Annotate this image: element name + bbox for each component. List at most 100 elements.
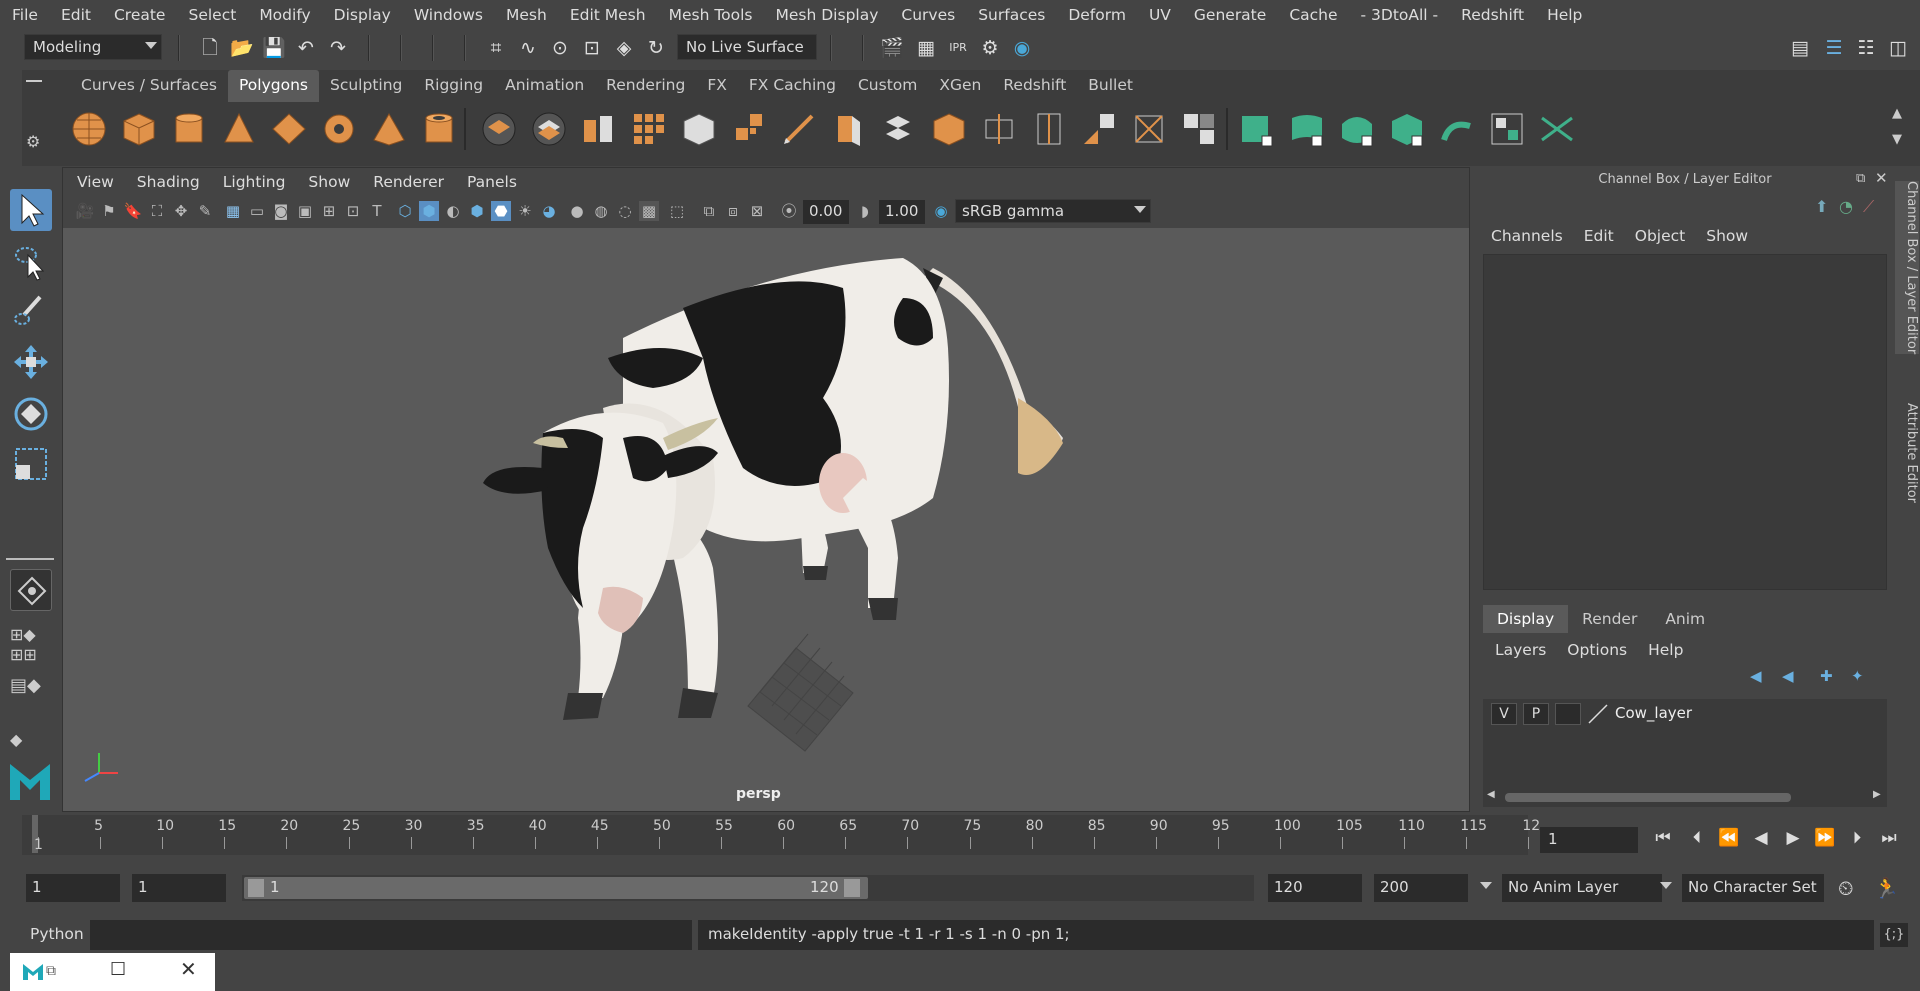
rotate-tool[interactable] [10, 393, 52, 435]
gamma-field[interactable]: 1.00 [879, 200, 925, 224]
go-to-end-icon[interactable]: ⏭ [1876, 828, 1902, 852]
lasso-tool[interactable] [10, 241, 52, 283]
menu-uv[interactable]: UV [1149, 6, 1171, 24]
field-chart-icon[interactable]: ⊞ [319, 201, 339, 221]
cb-menu-channels[interactable]: Channels [1491, 227, 1563, 245]
playback-start-field[interactable]: 1 [132, 874, 226, 902]
gate-mask-icon[interactable]: ▣ [295, 201, 315, 221]
shelf-tab-fx[interactable]: FX [696, 70, 738, 102]
uv-automatic-icon[interactable] [1388, 110, 1426, 148]
close-icon[interactable]: ✕ [1875, 169, 1888, 187]
menu-edit-mesh[interactable]: Edit Mesh [570, 6, 646, 24]
snap-live-icon[interactable]: ↻ [644, 36, 668, 60]
current-frame-field[interactable]: 1 [1540, 827, 1638, 853]
snap-point-icon[interactable]: ⊙ [548, 36, 572, 60]
layer-tab-display[interactable]: Display [1483, 605, 1569, 633]
new-layer-selected-icon[interactable]: ✦ [1851, 667, 1864, 685]
safe-title-icon[interactable]: T [367, 201, 387, 221]
bookmark-icon[interactable]: 🔖 [123, 201, 143, 221]
image-plane-icon[interactable]: ⛶ [147, 201, 167, 221]
camera-attrs-icon[interactable]: ⚑ [99, 201, 119, 221]
hypershade-icon[interactable]: ◉ [1010, 36, 1034, 60]
xray-active-icon[interactable]: ⧈ [723, 201, 743, 221]
uv-cylindrical-icon[interactable] [1288, 110, 1326, 148]
vp-menu-show[interactable]: Show [308, 173, 350, 191]
range-end-grip[interactable] [844, 879, 860, 897]
graph-layout-icon[interactable]: ◆ [10, 730, 54, 750]
restore-icon[interactable]: ⧉ [46, 963, 56, 979]
shelf-tab-polygons[interactable]: Polygons [228, 70, 319, 102]
shelf-tab-redshift[interactable]: Redshift [992, 70, 1077, 102]
redo-icon[interactable]: ↷ [326, 36, 350, 60]
cb-menu-edit[interactable]: Edit [1584, 227, 1614, 245]
new-scene-icon[interactable]: 🗋 [198, 36, 222, 60]
step-forward-frame-icon[interactable]: ⏵ [1844, 828, 1870, 852]
render-frame-icon[interactable]: ▦ [914, 36, 938, 60]
smooth-shade-icon[interactable]: ⬢ [419, 201, 439, 221]
attribute-editor-icon[interactable]: ☷ [1854, 36, 1878, 60]
snap-curve-icon[interactable]: ∿ [516, 36, 540, 60]
animation-end-field[interactable]: 200 [1374, 874, 1468, 902]
menu-3dtoall[interactable]: - 3DtoAll - [1361, 6, 1439, 24]
step-forward-key-icon[interactable]: ⏩ [1812, 828, 1838, 852]
shelf-tab-rendering[interactable]: Rendering [595, 70, 696, 102]
manipulator-icon[interactable]: ⬆ [1815, 197, 1828, 216]
move-tool[interactable] [10, 341, 52, 383]
shelf-tab-sculpting[interactable]: Sculpting [319, 70, 413, 102]
open-scene-icon[interactable]: 📂 [230, 36, 254, 60]
grease-pencil-icon[interactable]: ✎ [195, 201, 215, 221]
menu-mesh-tools[interactable]: Mesh Tools [669, 6, 753, 24]
layer-display-type-toggle[interactable] [1555, 703, 1581, 725]
layer-menu-options[interactable]: Options [1567, 641, 1627, 659]
motion-blur-icon[interactable]: ● [567, 201, 587, 221]
shadows-icon[interactable]: ☀ [515, 201, 535, 221]
layer-visibility-toggle[interactable]: V [1491, 703, 1517, 725]
menu-redshift[interactable]: Redshift [1461, 6, 1524, 24]
shelf-tab-custom[interactable]: Custom [847, 70, 928, 102]
smooth-icon[interactable] [630, 110, 668, 148]
channel-list[interactable] [1483, 254, 1887, 590]
wireframe-on-shaded-icon[interactable]: ◐ [443, 201, 463, 221]
uv-editor-icon[interactable] [1488, 110, 1526, 148]
menu-file[interactable]: File [12, 6, 38, 24]
uv-spherical-icon[interactable] [1338, 110, 1376, 148]
menu-surfaces[interactable]: Surfaces [978, 6, 1045, 24]
merge-icon[interactable] [1180, 110, 1218, 148]
2d-pan-icon[interactable]: ✥ [171, 201, 191, 221]
color-management-icon[interactable]: ◉ [931, 201, 951, 221]
poly-sphere-icon[interactable] [70, 110, 108, 148]
anti-aliasing-icon[interactable]: ◍ [591, 201, 611, 221]
snap-grid-icon[interactable]: ⌗ [484, 36, 508, 60]
textured-icon[interactable]: ⬢ [467, 201, 487, 221]
use-all-lights-icon[interactable]: ⬣ [491, 201, 511, 221]
layer-menu-layers[interactable]: Layers [1495, 641, 1546, 659]
paint-select-tool[interactable] [10, 291, 52, 333]
fill-hole-icon[interactable] [980, 110, 1018, 148]
menu-modify[interactable]: Modify [259, 6, 310, 24]
four-view-layout-icon[interactable]: ⊞◆ ⊞⊞ [10, 625, 54, 665]
hyper-icon[interactable]: ⟋ [1863, 197, 1874, 217]
menu-mesh[interactable]: Mesh [506, 6, 547, 24]
poly-cylinder-icon[interactable] [170, 110, 208, 148]
float-panel-icon[interactable]: ⧉ [1856, 171, 1865, 186]
range-slider-handle[interactable]: 1 120 [244, 877, 868, 899]
layer-tab-anim[interactable]: Anim [1651, 605, 1720, 633]
cb-menu-show[interactable]: Show [1706, 227, 1748, 245]
shelf-tab-rigging[interactable]: Rigging [413, 70, 494, 102]
range-start-grip[interactable] [248, 879, 264, 897]
mode-selector[interactable]: Modeling [24, 34, 162, 60]
extrude-icon[interactable] [830, 110, 868, 148]
shelf-scroll-up-icon[interactable]: ▲ [1892, 106, 1902, 121]
append-icon[interactable] [930, 110, 968, 148]
color-space-selector[interactable]: sRGB gamma [955, 199, 1151, 223]
scale-tool[interactable] [10, 443, 52, 485]
mirror-icon[interactable] [680, 110, 718, 148]
multi-cut-icon[interactable] [780, 110, 818, 148]
outliner-layout-icon[interactable]: ▤◆ [10, 675, 54, 715]
chevron-down-icon[interactable] [1660, 882, 1672, 889]
safe-action-icon[interactable]: ⊡ [343, 201, 363, 221]
menu-edit[interactable]: Edit [61, 6, 91, 24]
character-set-field[interactable]: No Character Set [1682, 874, 1824, 902]
menu-cache[interactable]: Cache [1289, 6, 1337, 24]
render-view-icon[interactable]: 🎬 [880, 36, 904, 60]
